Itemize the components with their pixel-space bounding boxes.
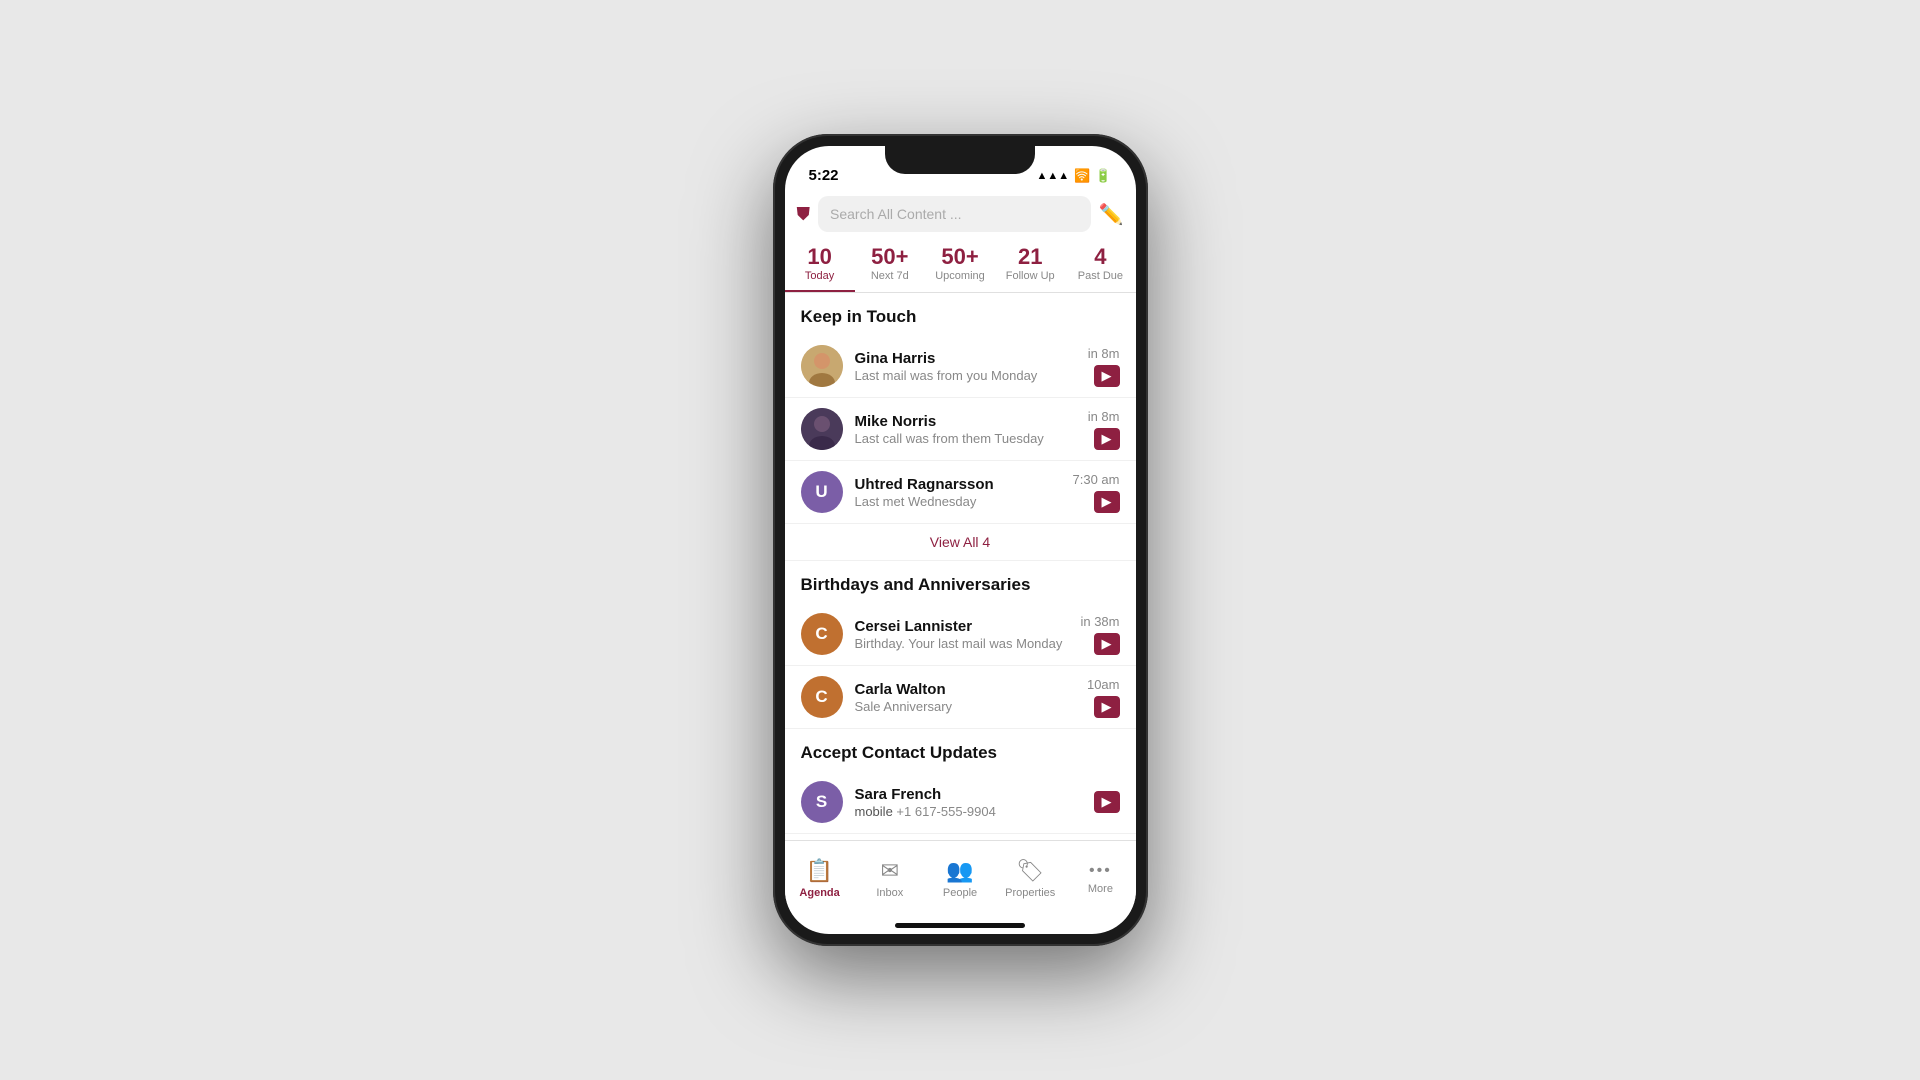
- notch: [885, 146, 1035, 174]
- uhtred-arrow[interactable]: ▶: [1094, 491, 1120, 513]
- wifi-icon: 🛜: [1074, 168, 1090, 184]
- avatar-mike: [801, 408, 843, 450]
- people-label: People: [943, 887, 977, 899]
- compose-icon[interactable]: ✏️: [1099, 202, 1124, 227]
- contact-mike-info: Mike Norris Last call was from them Tues…: [855, 413, 1088, 446]
- view-all-keep-in-touch[interactable]: View All 4: [785, 524, 1136, 561]
- contact-gina-info: Gina Harris Last mail was from you Monda…: [855, 350, 1088, 383]
- gina-arrow[interactable]: ▶: [1094, 365, 1120, 387]
- contact-uhtred-right: 7:30 am ▶: [1073, 472, 1120, 513]
- phone-frame: 5:22 ▲▲▲ 🛜 🔋 ⛊ Search All Content ... ✏️…: [773, 134, 1148, 946]
- contact-carla[interactable]: C Carla Walton Sale Anniversary 10am ▶: [785, 666, 1136, 729]
- contact-sara[interactable]: S Sara French mobile +1 617-555-9904 ▶: [785, 771, 1136, 834]
- tab-pastdue[interactable]: 4 Past Due: [1065, 238, 1135, 292]
- tab-upcoming[interactable]: 50+ Upcoming: [925, 238, 995, 292]
- contact-cersei[interactable]: C Cersei Lannister Birthday. Your last m…: [785, 603, 1136, 666]
- nav-people[interactable]: 👥 People: [925, 858, 995, 907]
- birthdays-header: Birthdays and Anniversaries: [785, 561, 1136, 603]
- sara-arrow[interactable]: ▶: [1094, 791, 1120, 813]
- accept-updates-header: Accept Contact Updates: [785, 729, 1136, 771]
- contact-sara-info: Sara French mobile +1 617-555-9904: [855, 786, 1094, 819]
- properties-label: Properties: [1005, 887, 1055, 899]
- battery-icon: 🔋: [1095, 168, 1111, 184]
- tabs-row: 10 Today 50+ Next 7d 50+ Upcoming 21 Fol…: [785, 238, 1136, 293]
- agenda-icon: 📋: [806, 858, 833, 884]
- tab-followup[interactable]: 21 Follow Up: [995, 238, 1065, 292]
- contact-gina[interactable]: Gina Harris Last mail was from you Monda…: [785, 335, 1136, 398]
- status-icons: ▲▲▲ 🛜 🔋: [1036, 168, 1111, 184]
- keep-in-touch-header: Keep in Touch: [785, 293, 1136, 335]
- contact-cersei-info: Cersei Lannister Birthday. Your last mai…: [855, 618, 1081, 651]
- avatar-gina: [801, 345, 843, 387]
- nav-more[interactable]: ••• More: [1065, 862, 1135, 903]
- avatar-carla: C: [801, 676, 843, 718]
- phone-screen: 5:22 ▲▲▲ 🛜 🔋 ⛊ Search All Content ... ✏️…: [785, 146, 1136, 934]
- properties-icon: 🏷: [1016, 858, 1044, 884]
- nav-properties[interactable]: 🏷 Properties: [995, 858, 1065, 907]
- inbox-label: Inbox: [876, 887, 903, 899]
- scroll-area: Keep in Touch Gina Harris Last mail was …: [785, 293, 1136, 840]
- avatar-uhtred: U: [801, 471, 843, 513]
- people-icon: 👥: [946, 858, 973, 884]
- search-bar-row: ⛊ Search All Content ... ✏️: [785, 190, 1136, 238]
- tab-next7d[interactable]: 50+ Next 7d: [855, 238, 925, 292]
- contact-carla-right: 10am ▶: [1087, 677, 1120, 718]
- home-indicator: [895, 923, 1025, 928]
- contact-sara-right: ▶: [1094, 791, 1120, 813]
- contact-uhtred-info: Uhtred Ragnarsson Last met Wednesday: [855, 476, 1073, 509]
- nav-inbox[interactable]: ✉ Inbox: [855, 858, 925, 907]
- tab-today[interactable]: 10 Today: [785, 238, 855, 292]
- search-input[interactable]: Search All Content ...: [818, 196, 1091, 232]
- contact-gina-right: in 8m ▶: [1088, 346, 1120, 387]
- contact-uhtred[interactable]: U Uhtred Ragnarsson Last met Wednesday 7…: [785, 461, 1136, 524]
- nav-agenda[interactable]: 📋 Agenda: [785, 858, 855, 907]
- avatar-cersei: C: [801, 613, 843, 655]
- signal-icon: ▲▲▲: [1036, 170, 1069, 182]
- contact-mike[interactable]: Mike Norris Last call was from them Tues…: [785, 398, 1136, 461]
- contact-carla-info: Carla Walton Sale Anniversary: [855, 681, 1087, 714]
- carla-arrow[interactable]: ▶: [1094, 696, 1120, 718]
- more-icon: •••: [1089, 862, 1112, 880]
- status-time: 5:22: [809, 167, 839, 184]
- bottom-nav: 📋 Agenda ✉ Inbox 👥 People 🏷 Properties •…: [785, 840, 1136, 923]
- cersei-arrow[interactable]: ▶: [1094, 633, 1120, 655]
- more-label: More: [1088, 883, 1113, 895]
- avatar-sara: S: [801, 781, 843, 823]
- agenda-label: Agenda: [799, 887, 839, 899]
- contact-cersei-right: in 38m ▶: [1080, 614, 1119, 655]
- inbox-icon: ✉: [881, 858, 899, 884]
- filter-icon[interactable]: ⛊: [797, 204, 811, 225]
- mike-arrow[interactable]: ▶: [1094, 428, 1120, 450]
- contact-mike-right: in 8m ▶: [1088, 409, 1120, 450]
